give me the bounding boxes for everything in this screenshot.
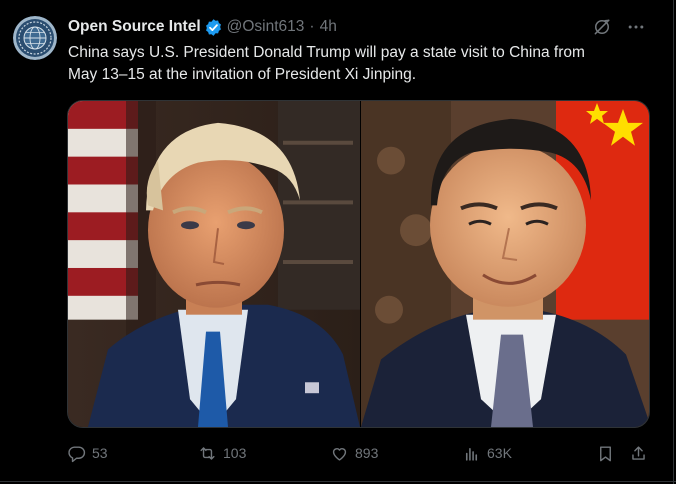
reply-button[interactable]: 53: [67, 442, 108, 464]
card-border-right: [673, 0, 674, 484]
heart-icon: [332, 447, 347, 461]
repost-count: 103: [223, 445, 247, 461]
bookmark-icon: [600, 445, 611, 461]
user-handle[interactable]: @Osint613: [227, 18, 305, 36]
repost-icon: [200, 446, 215, 460]
tweet-header: Open Source Intel @Osint613 · 4h: [68, 16, 337, 38]
views-button[interactable]: 63K: [462, 442, 512, 464]
like-button[interactable]: 893: [330, 442, 378, 464]
tweet-top-actions: [592, 16, 646, 38]
reply-count: 53: [92, 445, 108, 461]
left-portrait-image[interactable]: [68, 101, 360, 427]
tweet-action-bar: 53 103 893 63K: [67, 442, 650, 464]
card-border-bottom: [0, 481, 676, 482]
repost-button[interactable]: 103: [198, 442, 246, 464]
display-name[interactable]: Open Source Intel: [68, 18, 201, 36]
tweet-media[interactable]: [67, 100, 650, 428]
tweet-text: China says U.S. President Donald Trump w…: [68, 44, 585, 83]
share-icon: [632, 445, 645, 460]
analytics-bar-icon: [465, 447, 478, 461]
right-portrait-image[interactable]: [361, 101, 650, 427]
more-options-icon[interactable]: [626, 17, 646, 37]
like-count: 893: [355, 445, 379, 461]
view-count: 63K: [487, 445, 512, 461]
avatar[interactable]: [13, 16, 57, 60]
reply-icon: [68, 445, 86, 462]
bookmark-button[interactable]: [596, 442, 615, 464]
globe-seal-icon: [13, 16, 57, 60]
tweet-card[interactable]: Open Source Intel @Osint613 · 4h China s…: [0, 0, 676, 484]
separator-dot: ·: [309, 18, 315, 35]
verified-badge-icon: [204, 18, 223, 37]
share-button[interactable]: [629, 442, 648, 464]
timestamp[interactable]: 4h: [320, 18, 337, 36]
grok-icon[interactable]: [592, 17, 612, 37]
